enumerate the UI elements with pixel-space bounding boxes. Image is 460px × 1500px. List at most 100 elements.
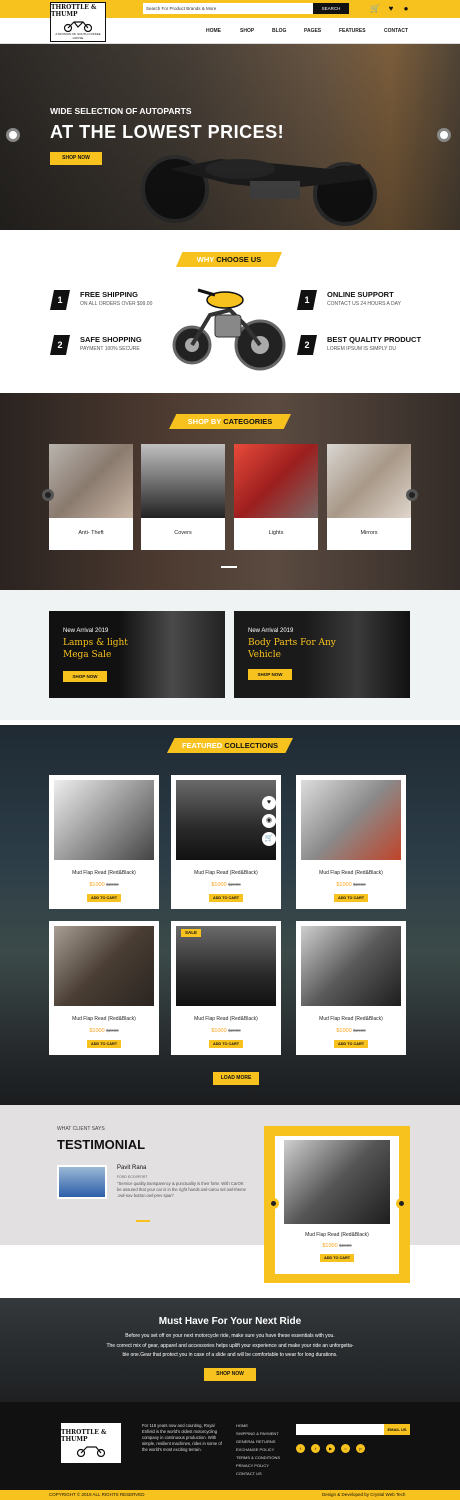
product-name: Mud Flap Read (Red&Black) (319, 870, 383, 876)
product-card[interactable]: Mud Flap Read (Red&Black) $1000 $2000 AD… (296, 921, 406, 1055)
footer-link-contact[interactable]: CONTACT US (236, 1471, 262, 1476)
youtube-icon[interactable]: ▶ (326, 1444, 335, 1453)
heart-icon[interactable]: ♥ (386, 3, 396, 14)
client-role: FORD ECOSPORT (117, 1175, 148, 1179)
category-card-lights[interactable]: Lights (234, 444, 318, 550)
hero-prev-arrow-icon[interactable] (6, 128, 20, 142)
product-image (176, 926, 276, 1006)
site-logo[interactable]: THROTTLE & THUMP A DIVISION OF SOUTH COF… (50, 2, 106, 42)
promo-new-label: New Arrival 2019 (248, 628, 294, 634)
footer-link-home[interactable]: HOME (236, 1423, 248, 1428)
promo-title-line2: Vehicle (248, 650, 281, 660)
category-image (49, 444, 133, 518)
testimonial-pagination-dots[interactable] (136, 1220, 150, 1222)
logo-bike-icon (63, 21, 93, 32)
email-us-button[interactable]: EMAIL US (384, 1424, 410, 1435)
hero-shop-now-button[interactable]: SHOP NOW (50, 152, 102, 165)
feature-subtitle: PAYMENT 100% SECURE (80, 346, 140, 352)
nav-pages[interactable]: PAGES (304, 28, 321, 34)
search-input[interactable]: Search For Product Brands & More (143, 3, 313, 14)
category-image (141, 444, 225, 518)
hero-title: AT THE LOWEST PRICES! (50, 122, 285, 142)
categories-next-arrow-icon[interactable] (406, 489, 418, 501)
why-choose-us-heading: WHY CHOOSE US (176, 252, 282, 267)
nav-blog[interactable]: BLOG (272, 28, 286, 34)
testimonial-prev-arrow-icon[interactable] (268, 1198, 279, 1209)
footer-link-shipping[interactable]: SHIPPING & PAYMENT (236, 1431, 279, 1436)
footer-logo-bike-icon (76, 1446, 106, 1457)
add-to-cart-button[interactable]: ADD TO CART (334, 1040, 368, 1048)
client-quote: "Service quality,transparency & punctual… (117, 1181, 246, 1198)
product-card[interactable]: Mud Flap Read (Red&Black) $1000 $2000 AD… (296, 775, 406, 909)
product-card[interactable]: SALE Mud Flap Read (Red&Black) $1000 $20… (171, 921, 281, 1055)
product-image (301, 926, 401, 1006)
pinterest-icon[interactable]: p (356, 1444, 365, 1453)
category-label: Lights (268, 530, 284, 536)
footer-logo[interactable]: THROTTLE & THUMP (61, 1423, 121, 1463)
promo-banner-lamps[interactable]: New Arrival 2019 Lamps & light Mega Sale… (49, 611, 225, 698)
hero-subtitle: WIDE SELECTION OF AUTOPARTS (50, 106, 192, 116)
category-card-mirrors[interactable]: Mirrors (327, 444, 411, 550)
footer-link-privacy[interactable]: PRIVACY POLICY (236, 1463, 269, 1468)
promo-banner-body-parts[interactable]: New Arrival 2019 Body Parts For Any Vehi… (234, 611, 410, 698)
search-button[interactable]: SEARCH (313, 3, 349, 14)
category-image (234, 444, 318, 518)
nav-features[interactable]: FEATURES (339, 28, 366, 34)
categories-prev-arrow-icon[interactable] (42, 489, 54, 501)
product-price: $1000 $2000 (89, 882, 119, 888)
quick-view-eye-icon[interactable]: ◉ (262, 814, 276, 828)
category-card-covers[interactable]: Covers (141, 444, 225, 550)
add-to-cart-button[interactable]: ADD TO CART (209, 894, 243, 902)
promo-shop-now-button[interactable]: SHOP NOW (248, 669, 292, 680)
promo-shop-now-button[interactable]: SHOP NOW (63, 671, 107, 682)
add-to-cart-button[interactable]: ADD TO CART (87, 1040, 121, 1048)
product-name: Mud Flap Read (Red&Black) (194, 870, 258, 876)
facebook-icon[interactable]: f (296, 1444, 305, 1453)
wishlist-heart-icon[interactable]: ♥ (262, 796, 276, 810)
hero-next-arrow-icon[interactable] (437, 128, 451, 142)
must-have-section (0, 1298, 460, 1402)
nav-shop[interactable]: SHOP (240, 28, 254, 34)
product-name: Mud Flap Read (Red&Black) (72, 1016, 136, 1022)
testimonial-next-arrow-icon[interactable] (396, 1198, 407, 1209)
logo-tagline: A DIVISION OF SOUTH COFFEE HOUSE (55, 32, 101, 40)
nav-home[interactable]: HOME (206, 28, 221, 34)
category-card-anti-theft[interactable]: Anti- Theft (49, 444, 133, 550)
footer-link-exchange[interactable]: EXCHANGE POLICY (236, 1447, 274, 1452)
footer-link-returns[interactable]: GENERAL RETURNS (236, 1439, 275, 1444)
testimonial-product-card[interactable]: Mud Flap Read (Red&Black) $1000 $2000 AD… (275, 1136, 399, 1274)
footer-email-input[interactable] (296, 1424, 384, 1435)
must-have-shop-now-button[interactable]: SHOP NOW (204, 1368, 256, 1381)
add-to-cart-button[interactable]: ADD TO CART (334, 894, 368, 902)
product-image (54, 926, 154, 1006)
product-name: Mud Flap Read (Red&Black) (72, 870, 136, 876)
add-to-cart-button[interactable]: ADD TO CART (320, 1254, 354, 1262)
add-to-cart-button[interactable]: ADD TO CART (87, 894, 121, 902)
product-card[interactable]: Mud Flap Read (Red&Black) $1000 $2000 AD… (49, 921, 159, 1055)
cart-icon[interactable]: 🛒 (370, 3, 380, 14)
user-icon[interactable]: ● (401, 3, 411, 14)
categories-heading: SHOP BY CATEGORIES (169, 414, 291, 429)
copyright-text: COPYRIGHT © 2019 ALL RIGHTS RESERVED (49, 1492, 145, 1497)
must-have-line1: Before you set off on your next motorcyc… (125, 1333, 335, 1339)
add-to-cart-button[interactable]: ADD TO CART (209, 1040, 243, 1048)
feature-subtitle: ON ALL ORDERS OVER $99.00 (80, 301, 153, 307)
product-price: $1000 $2000 (89, 1028, 119, 1034)
add-to-cart-icon[interactable]: 🛒 (262, 832, 276, 846)
categories-pagination-dots[interactable] (221, 566, 237, 568)
instagram-icon[interactable]: ○ (341, 1444, 350, 1453)
featured-heading: FEATURED COLLECTIONS (167, 738, 293, 753)
footer-link-terms[interactable]: TERMS & CONDITIONS (236, 1455, 280, 1460)
product-card[interactable]: Mud Flap Read (Red&Black) $1000 $2000 AD… (49, 775, 159, 909)
nav-contact[interactable]: CONTACT (384, 28, 408, 34)
twitter-icon[interactable]: t (311, 1444, 320, 1453)
category-image (327, 444, 411, 518)
client-name: Pavit Rana (117, 1165, 147, 1171)
product-name: Mud Flap Read (Red&Black) (194, 1016, 258, 1022)
product-image (54, 780, 154, 860)
category-label: Covers (174, 530, 192, 536)
feature-title: SAFE SHOPPING (80, 335, 142, 344)
testimonial-title: TESTIMONIAL (57, 1137, 146, 1152)
must-have-title: Must Have For Your Next Ride (158, 1316, 302, 1327)
load-more-button[interactable]: LOAD MORE (213, 1072, 259, 1085)
